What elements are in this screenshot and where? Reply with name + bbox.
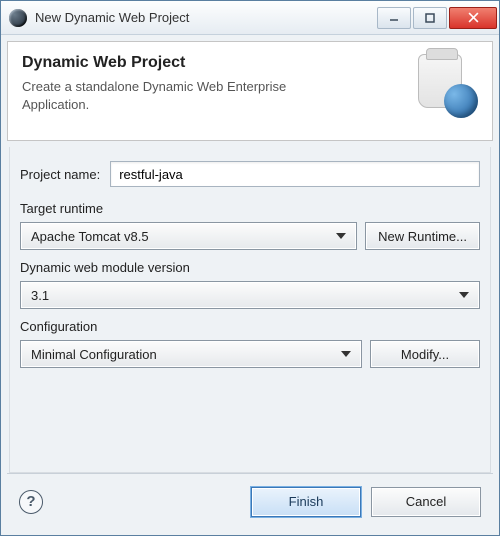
dialog-window: New Dynamic Web Project Dynamic Web Proj… [0,0,500,536]
module-version-value: 3.1 [31,288,49,303]
minimize-icon [389,13,399,23]
banner-title: Dynamic Web Project [22,54,478,72]
wizard-icon [414,54,478,118]
chevron-down-icon [332,227,350,245]
help-button[interactable]: ? [19,490,43,514]
maximize-icon [425,13,435,23]
project-name-row: Project name: [20,161,480,187]
eclipse-icon [9,9,27,27]
configuration-group: Configuration Minimal Configuration Modi… [20,319,480,368]
modify-button[interactable]: Modify... [370,340,480,368]
banner-description: Create a standalone Dynamic Web Enterpri… [22,78,332,113]
cancel-button[interactable]: Cancel [371,487,481,517]
configuration-label: Configuration [20,319,480,334]
help-icon: ? [26,493,35,510]
close-button[interactable] [449,7,497,29]
titlebar[interactable]: New Dynamic Web Project [1,1,499,35]
form-area: Project name: Target runtime Apache Tomc… [9,147,491,473]
target-runtime-label: Target runtime [20,201,480,216]
target-runtime-value: Apache Tomcat v8.5 [31,229,149,244]
project-name-label: Project name: [20,167,100,182]
chevron-down-icon [455,286,473,304]
globe-icon [444,84,478,118]
window-controls [375,7,497,29]
module-version-group: Dynamic web module version 3.1 [20,260,480,309]
chevron-down-icon [337,345,355,363]
configuration-select[interactable]: Minimal Configuration [20,340,362,368]
close-icon [468,12,479,23]
module-version-select[interactable]: 3.1 [20,281,480,309]
configuration-value: Minimal Configuration [31,347,157,362]
minimize-button[interactable] [377,7,411,29]
banner: Dynamic Web Project Create a standalone … [7,41,493,141]
new-runtime-button[interactable]: New Runtime... [365,222,480,250]
window-title: New Dynamic Web Project [35,10,375,25]
maximize-button[interactable] [413,7,447,29]
project-name-input[interactable] [110,161,480,187]
target-runtime-group: Target runtime Apache Tomcat v8.5 New Ru… [20,201,480,250]
target-runtime-select[interactable]: Apache Tomcat v8.5 [20,222,357,250]
finish-button[interactable]: Finish [251,487,361,517]
footer: ? Finish Cancel [7,473,493,529]
module-version-label: Dynamic web module version [20,260,480,275]
